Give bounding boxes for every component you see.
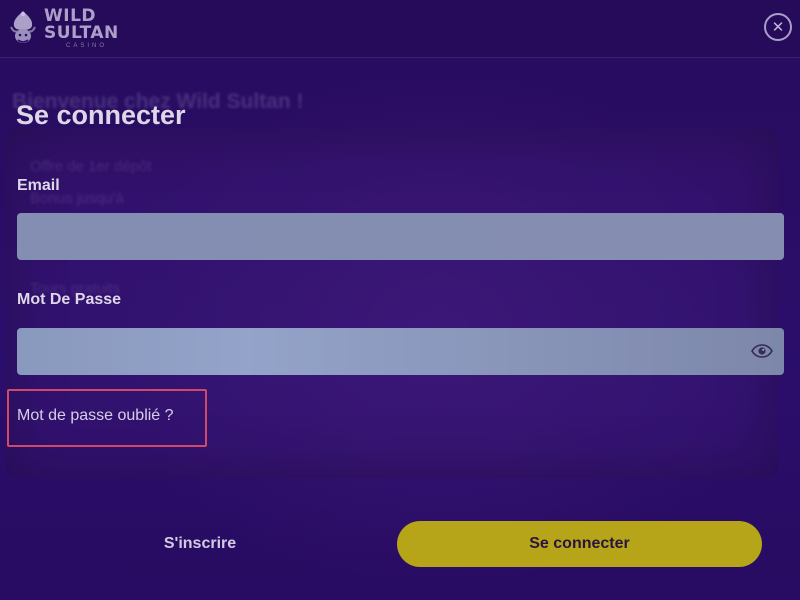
eye-icon [751,344,773,358]
logo-word-top: WILD [44,5,97,26]
forgot-password-link[interactable]: Mot de passe oublié ? [17,407,174,425]
header-bar: WILD SULTAN CASINO ✕ [0,0,800,58]
background-line: Offre de 1er dépôt [30,158,152,175]
login-button[interactable]: Se connecter [397,521,762,567]
logo-emblem-icon [8,9,38,47]
email-label: Email [17,177,60,194]
password-label: Mot De Passe [17,291,122,308]
login-title: Se connecter [16,100,186,130]
password-field[interactable] [17,328,784,375]
show-password-toggle[interactable] [749,340,775,362]
signup-button[interactable]: S'inscrire [40,521,360,567]
logo-subtitle: CASINO [66,42,108,49]
close-icon: ✕ [771,18,785,36]
email-field[interactable] [17,213,784,260]
brand-logo[interactable]: WILD SULTAN CASINO [8,6,119,50]
logo-word-bottom: SULTAN [44,22,119,43]
close-button[interactable]: ✕ [764,13,792,41]
